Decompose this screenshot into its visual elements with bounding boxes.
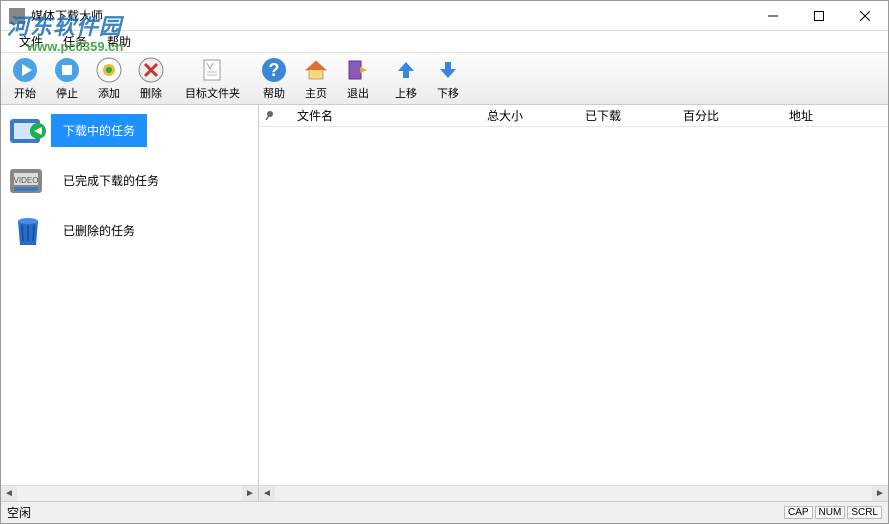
exit-icon bbox=[344, 57, 372, 84]
toolbar: 开始 停止 添加 删除 目标文件夹 ? 帮助 主页 bbox=[1, 53, 888, 105]
sidebar-item-completed[interactable]: VIDEO 已完成下载的任务 bbox=[1, 155, 258, 205]
delete-icon bbox=[137, 57, 165, 84]
sidebar-item-label: 下载中的任务 bbox=[51, 114, 147, 147]
maximize-button[interactable] bbox=[796, 1, 842, 30]
add-icon bbox=[95, 57, 123, 84]
close-button[interactable] bbox=[842, 1, 888, 30]
column-percent[interactable]: 百分比 bbox=[677, 107, 783, 124]
help-button[interactable]: ? 帮助 bbox=[254, 55, 294, 103]
window-title: 媒体下载大师 bbox=[31, 7, 103, 24]
play-icon bbox=[11, 57, 39, 84]
add-button[interactable]: 添加 bbox=[89, 55, 129, 103]
sidebar: 下载中的任务 VIDEO 已完成下载的任务 已删除的任务 ◄ ► bbox=[1, 105, 259, 501]
sidebar-scrollbar[interactable]: ◄ ► bbox=[1, 485, 258, 501]
main-scrollbar[interactable]: ◄ ► bbox=[259, 485, 888, 501]
menubar: 文件 任务 帮助 bbox=[1, 31, 888, 53]
status-text: 空闲 bbox=[7, 504, 31, 521]
titlebar: 媒体下载大师 bbox=[1, 1, 888, 31]
status-indicators: CAP NUM SCRL bbox=[784, 506, 882, 519]
sidebar-item-deleted[interactable]: 已删除的任务 bbox=[1, 205, 258, 255]
minimize-button[interactable] bbox=[750, 1, 796, 30]
exit-button[interactable]: 退出 bbox=[338, 55, 378, 103]
window-controls bbox=[750, 1, 888, 31]
scroll-track[interactable] bbox=[17, 486, 242, 502]
minimize-icon bbox=[768, 11, 778, 21]
target-folder-button[interactable]: 目标文件夹 bbox=[179, 55, 246, 103]
add-label: 添加 bbox=[98, 85, 120, 101]
scroll-right-icon[interactable]: ► bbox=[872, 486, 888, 502]
main-panel: 文件名 总大小 已下载 百分比 地址 ◄ ► bbox=[259, 105, 888, 501]
trash-icon bbox=[5, 210, 51, 250]
svg-text:VIDEO: VIDEO bbox=[14, 176, 39, 185]
menu-file[interactable]: 文件 bbox=[9, 30, 53, 53]
list-header: 文件名 总大小 已下载 百分比 地址 bbox=[259, 105, 888, 127]
downloading-icon bbox=[5, 110, 51, 150]
stop-button[interactable]: 停止 bbox=[47, 55, 87, 103]
statusbar: 空闲 CAP NUM SCRL bbox=[1, 501, 888, 523]
close-icon bbox=[860, 11, 870, 21]
sidebar-item-label: 已删除的任务 bbox=[51, 214, 147, 247]
scroll-left-icon[interactable]: ◄ bbox=[1, 486, 17, 502]
scroll-left-icon[interactable]: ◄ bbox=[259, 486, 275, 502]
home-button[interactable]: 主页 bbox=[296, 55, 336, 103]
content-area: 下载中的任务 VIDEO 已完成下载的任务 已删除的任务 ◄ ► bbox=[1, 105, 888, 501]
move-up-button[interactable]: 上移 bbox=[386, 55, 426, 103]
move-up-label: 上移 bbox=[395, 85, 417, 101]
num-indicator: NUM bbox=[815, 506, 846, 519]
menu-task[interactable]: 任务 bbox=[53, 30, 97, 53]
scroll-track[interactable] bbox=[275, 486, 872, 502]
help-icon: ? bbox=[260, 57, 288, 84]
stop-icon bbox=[53, 57, 81, 84]
pin-icon[interactable] bbox=[259, 110, 281, 122]
cap-indicator: CAP bbox=[784, 506, 813, 519]
completed-icon: VIDEO bbox=[5, 160, 51, 200]
arrow-up-icon bbox=[392, 57, 420, 84]
scroll-right-icon[interactable]: ► bbox=[242, 486, 258, 502]
scrl-indicator: SCRL bbox=[847, 506, 882, 519]
folder-icon bbox=[199, 57, 227, 84]
column-address[interactable]: 地址 bbox=[783, 107, 888, 124]
delete-label: 删除 bbox=[140, 85, 162, 101]
stop-label: 停止 bbox=[56, 85, 78, 101]
sidebar-item-downloading[interactable]: 下载中的任务 bbox=[1, 105, 258, 155]
list-body[interactable] bbox=[259, 127, 888, 485]
help-label: 帮助 bbox=[263, 85, 285, 101]
delete-button[interactable]: 删除 bbox=[131, 55, 171, 103]
sidebar-item-label: 已完成下载的任务 bbox=[51, 164, 171, 197]
app-icon bbox=[9, 8, 25, 24]
start-label: 开始 bbox=[14, 85, 36, 101]
menu-help[interactable]: 帮助 bbox=[97, 30, 141, 53]
move-down-label: 下移 bbox=[437, 85, 459, 101]
maximize-icon bbox=[814, 11, 824, 21]
svg-text:?: ? bbox=[269, 60, 280, 80]
exit-label: 退出 bbox=[347, 85, 369, 101]
home-icon bbox=[302, 57, 330, 84]
column-downloaded[interactable]: 已下载 bbox=[579, 107, 677, 124]
target-folder-label: 目标文件夹 bbox=[185, 85, 240, 101]
column-filename[interactable]: 文件名 bbox=[291, 107, 481, 124]
column-totalsize[interactable]: 总大小 bbox=[481, 107, 579, 124]
start-button[interactable]: 开始 bbox=[5, 55, 45, 103]
arrow-down-icon bbox=[434, 57, 462, 84]
move-down-button[interactable]: 下移 bbox=[428, 55, 468, 103]
home-label: 主页 bbox=[305, 85, 327, 101]
